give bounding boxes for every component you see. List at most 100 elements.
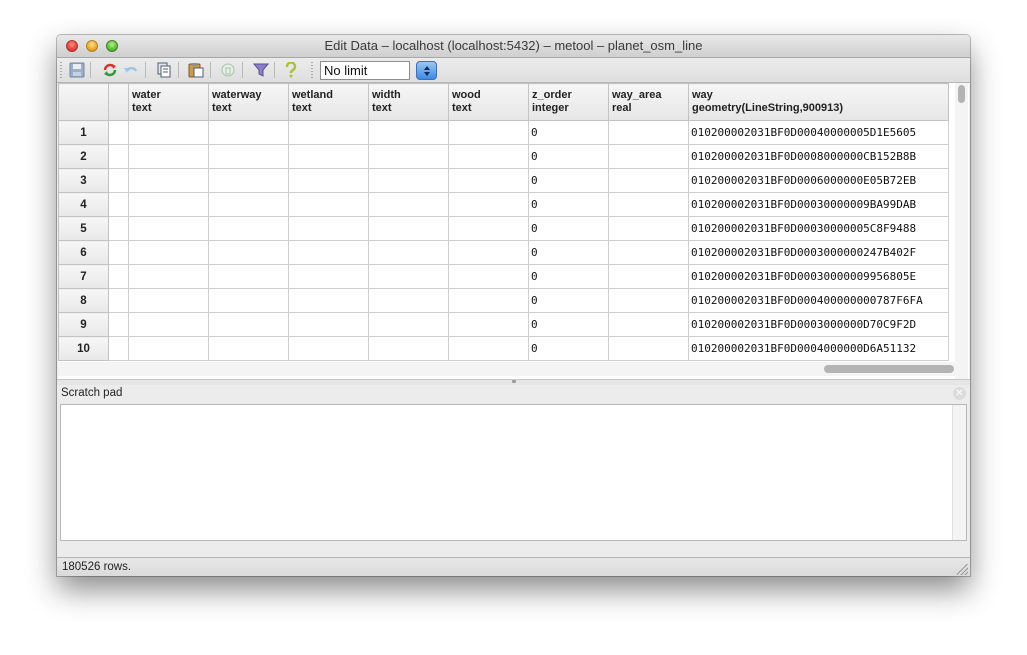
table-cell-z-order[interactable]: 0 <box>528 264 609 289</box>
table-row[interactable]: 1 0 010200002031BF0D00040000005D1E5605 <box>58 120 949 145</box>
table-cell-water[interactable] <box>128 240 209 265</box>
row-number[interactable]: 10 <box>58 336 109 361</box>
table-cell[interactable] <box>108 288 129 313</box>
table-cell[interactable] <box>108 336 129 361</box>
resize-grip[interactable] <box>957 564 968 575</box>
table-cell[interactable] <box>108 144 129 169</box>
scratch-pad-textarea[interactable] <box>60 404 967 541</box>
table-cell-way[interactable]: 010200002031BF0D00030000005C8F9488 <box>688 216 949 241</box>
row-number[interactable]: 3 <box>58 168 109 193</box>
table-row[interactable]: 5 0 010200002031BF0D00030000005C8F9488 <box>58 216 949 241</box>
table-cell-width[interactable] <box>368 288 449 313</box>
table-cell-water[interactable] <box>128 336 209 361</box>
scratch-pad-scrollbar[interactable] <box>952 405 966 540</box>
table-cell-width[interactable] <box>368 264 449 289</box>
table-cell-way[interactable]: 010200002031BF0D00030000009956805E <box>688 264 949 289</box>
table-cell-wood[interactable] <box>448 144 529 169</box>
table-cell-way[interactable]: 010200002031BF0D0004000000D6A51132 <box>688 336 949 361</box>
column-header-way-area[interactable]: way_area real <box>608 83 689 121</box>
table-cell-waterway[interactable] <box>208 240 289 265</box>
table-cell-waterway[interactable] <box>208 192 289 217</box>
table-cell-way-area[interactable] <box>608 312 689 337</box>
table-cell-way[interactable]: 010200002031BF0D0006000000E05B72EB <box>688 168 949 193</box>
table-cell-water[interactable] <box>128 312 209 337</box>
table-cell-wood[interactable] <box>448 336 529 361</box>
table-cell-waterway[interactable] <box>208 168 289 193</box>
table-cell-way[interactable]: 010200002031BF0D0003000000D70C9F2D <box>688 312 949 337</box>
table-cell[interactable] <box>108 192 129 217</box>
toolbar-grip[interactable] <box>311 62 313 78</box>
table-cell-water[interactable] <box>128 120 209 145</box>
column-header-width[interactable]: width text <box>368 83 449 121</box>
copy-button[interactable] <box>155 61 173 79</box>
table-cell-way[interactable]: 010200002031BF0D00040000005D1E5605 <box>688 120 949 145</box>
table-cell-water[interactable] <box>128 168 209 193</box>
table-cell-z-order[interactable]: 0 <box>528 336 609 361</box>
table-row[interactable]: 10 0 010200002031BF0D0004000000D6A51132 <box>58 336 949 361</box>
table-cell-waterway[interactable] <box>208 288 289 313</box>
table-cell-z-order[interactable]: 0 <box>528 240 609 265</box>
table-cell-z-order[interactable]: 0 <box>528 288 609 313</box>
table-row[interactable]: 4 0 010200002031BF0D00030000009BA99DAB <box>58 192 949 217</box>
table-cell-width[interactable] <box>368 192 449 217</box>
table-cell-way-area[interactable] <box>608 144 689 169</box>
table-cell-waterway[interactable] <box>208 336 289 361</box>
row-number[interactable]: 7 <box>58 264 109 289</box>
paste-button[interactable] <box>187 61 205 79</box>
table-cell[interactable] <box>108 216 129 241</box>
table-cell-water[interactable] <box>128 288 209 313</box>
row-number[interactable]: 9 <box>58 312 109 337</box>
table-cell-wetland[interactable] <box>288 336 369 361</box>
column-header-blank[interactable] <box>108 83 129 121</box>
row-number[interactable]: 1 <box>58 120 109 145</box>
table-cell-z-order[interactable]: 0 <box>528 144 609 169</box>
title-bar[interactable]: Edit Data – localhost (localhost:5432) –… <box>57 35 970 58</box>
table-cell-wetland[interactable] <box>288 192 369 217</box>
column-header-way[interactable]: way geometry(LineString,900913) <box>688 83 949 121</box>
table-row[interactable]: 7 0 010200002031BF0D00030000009956805E <box>58 264 949 289</box>
splitter-handle[interactable] <box>512 380 516 383</box>
table-cell-wetland[interactable] <box>288 312 369 337</box>
table-cell-wetland[interactable] <box>288 216 369 241</box>
table-cell-z-order[interactable]: 0 <box>528 192 609 217</box>
table-cell-way[interactable]: 010200002031BF0D0003000000247B402F <box>688 240 949 265</box>
grid-horizontal-scroll-thumb[interactable] <box>824 365 954 373</box>
grid-vertical-scrollbar[interactable] <box>955 83 968 379</box>
table-cell-water[interactable] <box>128 216 209 241</box>
table-row[interactable]: 2 0 010200002031BF0D0008000000CB152B8B <box>58 144 949 169</box>
table-cell[interactable] <box>108 240 129 265</box>
table-cell-wood[interactable] <box>448 312 529 337</box>
table-row[interactable]: 8 0 010200002031BF0D000400000000787F6FA <box>58 288 949 313</box>
grid-vertical-scroll-thumb[interactable] <box>958 85 965 103</box>
table-cell-width[interactable] <box>368 336 449 361</box>
row-number[interactable]: 4 <box>58 192 109 217</box>
table-cell-z-order[interactable]: 0 <box>528 168 609 193</box>
table-cell-way-area[interactable] <box>608 168 689 193</box>
table-cell[interactable] <box>108 264 129 289</box>
column-header-water[interactable]: water text <box>128 83 209 121</box>
table-cell-width[interactable] <box>368 240 449 265</box>
table-cell-water[interactable] <box>128 144 209 169</box>
table-cell-wood[interactable] <box>448 168 529 193</box>
scratch-pad-close-button[interactable]: ✕ <box>953 387 966 400</box>
table-cell-wood[interactable] <box>448 216 529 241</box>
table-cell-wood[interactable] <box>448 288 529 313</box>
table-cell-width[interactable] <box>368 168 449 193</box>
table-cell-wetland[interactable] <box>288 264 369 289</box>
table-cell-way[interactable]: 010200002031BF0D00030000009BA99DAB <box>688 192 949 217</box>
table-cell-z-order[interactable]: 0 <box>528 216 609 241</box>
table-cell-water[interactable] <box>128 264 209 289</box>
table-cell-way-area[interactable] <box>608 288 689 313</box>
table-cell-width[interactable] <box>368 120 449 145</box>
row-number[interactable]: 2 <box>58 144 109 169</box>
table-cell-waterway[interactable] <box>208 312 289 337</box>
delete-row-button[interactable] <box>219 61 237 79</box>
table-cell-way-area[interactable] <box>608 120 689 145</box>
filter-button[interactable] <box>252 61 270 79</box>
grid-horizontal-scrollbar[interactable] <box>58 362 956 376</box>
table-cell-wood[interactable] <box>448 264 529 289</box>
table-row[interactable]: 3 0 010200002031BF0D0006000000E05B72EB <box>58 168 949 193</box>
table-cell-wetland[interactable] <box>288 144 369 169</box>
table-cell-wood[interactable] <box>448 240 529 265</box>
table-cell-water[interactable] <box>128 192 209 217</box>
